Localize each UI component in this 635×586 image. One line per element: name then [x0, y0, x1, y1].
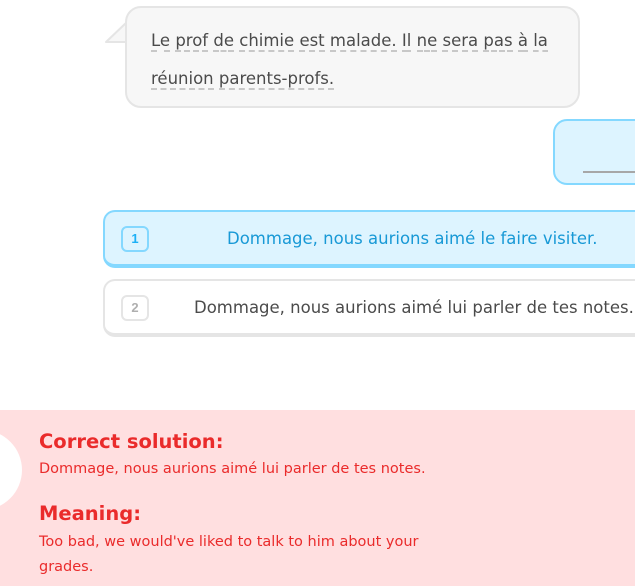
- exercise-screen: Le prof de chimie est malade. Il ne sera…: [0, 0, 635, 586]
- prompt-word[interactable]: prof: [175, 31, 209, 52]
- meaning-heading: Meaning:: [39, 502, 141, 525]
- prompt-word[interactable]: de: [213, 31, 234, 52]
- answer-bubble: [553, 119, 635, 185]
- answer-blank: [583, 171, 635, 173]
- choice-option-2[interactable]: 2 Dommage, nous aurions aimé lui parler …: [103, 279, 635, 337]
- prompt-word[interactable]: Il: [401, 31, 412, 52]
- prompt-word[interactable]: pas: [483, 31, 513, 52]
- meaning-text: Too bad, we would've liked to talk to hi…: [39, 534, 419, 575]
- prompt-word[interactable]: est: [299, 31, 325, 52]
- prompt-word[interactable]: chimie: [239, 31, 295, 52]
- choice-number-badge: 2: [121, 295, 149, 321]
- prompt-word[interactable]: ne: [416, 31, 438, 52]
- prompt-sentence: Le prof de chimie est malade. Il ne sera…: [151, 22, 554, 98]
- prompt-word[interactable]: parents-profs.: [218, 69, 335, 90]
- prompt-word[interactable]: sera: [442, 31, 479, 52]
- correct-solution-text: Dommage, nous aurions aimé lui parler de…: [39, 461, 426, 477]
- prompt-word[interactable]: réunion: [151, 69, 214, 90]
- prompt-word[interactable]: Le: [151, 31, 171, 52]
- prompt-word[interactable]: à: [517, 31, 528, 52]
- prompt-word[interactable]: la: [533, 31, 548, 52]
- choice-option-1[interactable]: 1 Dommage, nous aurions aimé le faire vi…: [103, 210, 635, 268]
- correct-solution-heading: Correct solution:: [39, 430, 224, 453]
- choice-label: Dommage, nous aurions aimé lui parler de…: [194, 298, 634, 317]
- choice-number-badge: 1: [121, 226, 149, 252]
- feedback-icon-circle: [0, 430, 22, 510]
- prompt-word[interactable]: malade.: [329, 31, 397, 52]
- choice-label: Dommage, nous aurions aimé le faire visi…: [227, 229, 598, 248]
- incorrect-feedback-panel: Correct solution: Dommage, nous aurions …: [0, 410, 635, 586]
- prompt-speech-bubble: Le prof de chimie est malade. Il ne sera…: [125, 6, 580, 108]
